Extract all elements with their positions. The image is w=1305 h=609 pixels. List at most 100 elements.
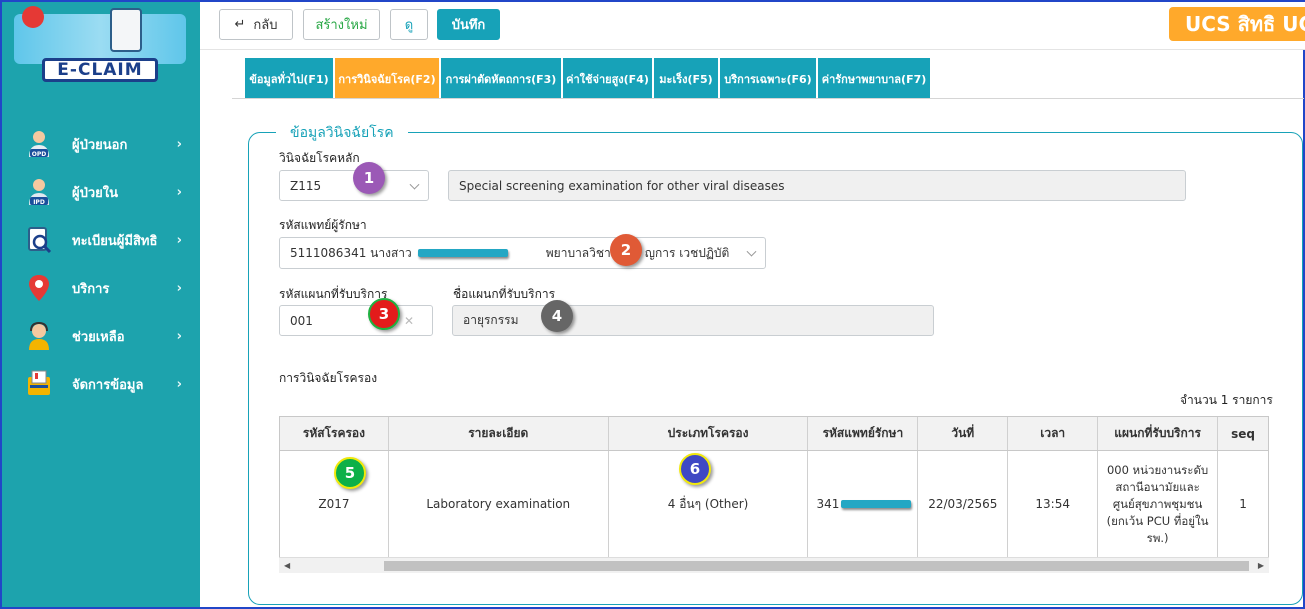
tab-special-service[interactable]: บริการเฉพาะ(F6) [720,58,816,99]
doctor-id-name: 5111086341 นางสาว [290,245,412,260]
document-icon [110,8,142,52]
ucs-rights-badge: UCS สิทธิ UC [1169,7,1305,41]
dept-code-label: รหัสแผนกที่รับบริการ [279,287,388,301]
location-pin-icon [26,273,52,303]
sidebar-item-label: ทะเบียนผู้มีสิทธิ [72,233,158,249]
cell-description: Laboratory examination [389,451,609,557]
redacted-name [417,249,508,257]
tab-divider [232,98,1304,99]
support-agent-icon [26,321,52,351]
data-management-icon [26,369,52,399]
callout-badge-5: 5 [334,457,366,489]
heart-icon [22,6,44,28]
doctor-select[interactable]: 5111086341 นางสาว พยาบาลวิชา ญการ เวชปฏิ… [279,237,766,269]
col-header[interactable]: วันที่ [918,417,1009,450]
chevron-right-icon: › [176,136,182,152]
sidebar-item-label: ผู้ป่วยใน [72,185,119,201]
redacted-doctor-id [841,500,912,508]
table-row[interactable]: Z017 Laboratory examination 4 อื่นๆ (Oth… [280,451,1268,557]
svg-text:OPD: OPD [32,151,46,158]
main-dx-description: Special screening examination for other … [448,170,1186,201]
col-header[interactable]: เวลา [1008,417,1099,450]
chevron-right-icon: › [176,280,182,296]
cell-date: 22/03/2565 [918,451,1009,557]
table-header: รหัสโรครอง รายละเอียด ประเภทโรครอง รหัสแ… [280,417,1268,451]
col-header[interactable]: แผนกที่รับบริการ [1098,417,1219,450]
tab-operation[interactable]: การผ่าตัดหัตถการ(F3) [441,58,561,99]
chevron-right-icon: › [176,232,182,248]
col-header[interactable]: seq [1218,417,1268,450]
col-header[interactable]: รหัสโรครอง [280,417,389,450]
view-button[interactable]: ดู [390,9,428,40]
col-header[interactable]: ประเภทโรครอง [609,417,809,450]
sidebar-item-help[interactable]: ช่วยเหลือ › [2,312,200,360]
cell-department: 000 หน่วยงานระดับสถานีอนามัยและศูนย์สุขภ… [1098,451,1219,557]
sidebar: E-CLAIM OPD ผู้ป่วยนอก › IPD ผู้ป่วยใน ›… [2,2,200,607]
chevron-right-icon: › [176,376,182,392]
doctor-label: รหัสแพทย์ผู้รักษา [279,218,367,232]
tab-diagnosis[interactable]: การวินิจฉัยโรค(F2) [335,58,439,99]
doctor-id-prefix: 341 [816,496,840,511]
sidebar-item-label: บริการ [72,281,110,297]
main-dx-desc-text: Special screening examination for other … [459,178,785,193]
sidebar-item-data-management[interactable]: จัดการข้อมูล › [2,360,200,408]
callout-badge-4: 4 [541,300,573,332]
sidebar-item-service[interactable]: บริการ › [2,264,200,312]
scrollbar-thumb[interactable] [384,561,1249,571]
scroll-left-icon[interactable]: ◀ [284,561,290,570]
chevron-right-icon: › [176,184,182,200]
dept-code-value: 001 [290,313,313,328]
main-dx-code: Z115 [290,178,322,193]
e-claim-logo: E-CLAIM [14,6,186,84]
back-button-label: กลับ [253,18,278,33]
dept-code-select[interactable]: 001 ✕ [279,305,433,336]
horizontal-scrollbar[interactable]: ◀ ▶ [279,557,1269,573]
secondary-dx-table: รหัสโรครอง รายละเอียด ประเภทโรครอง รหัสแ… [279,416,1269,573]
ipd-patient-icon: IPD [26,177,52,207]
doctor-position-tail: ญการ เวชปฏิบัติ [644,245,730,260]
callout-badge-6: 6 [679,453,711,485]
section-title: ข้อมูลวินิจฉัยโรค [276,122,408,144]
tab-medical-fee[interactable]: ค่ารักษาพยาบาล(F7) [818,58,930,99]
chevron-right-icon: › [176,328,182,344]
chevron-down-icon [409,179,420,190]
clear-icon[interactable]: ✕ [404,314,414,328]
sidebar-item-registry[interactable]: ทะเบียนผู้มีสิทธิ › [2,216,200,264]
dept-name-field: อายุรกรรม [452,305,934,336]
sidebar-item-label: จัดการข้อมูล [72,377,144,393]
main-dx-label: วินิจฉัยโรคหลัก [279,151,360,165]
callout-badge-1: 1 [353,162,385,194]
sidebar-item-opd[interactable]: OPD ผู้ป่วยนอก › [2,120,200,168]
cell-time: 13:54 [1008,451,1099,557]
sidebar-item-ipd[interactable]: IPD ผู้ป่วยใน › [2,168,200,216]
scroll-right-icon[interactable]: ▶ [1258,561,1264,570]
sidebar-item-label: ช่วยเหลือ [72,329,125,345]
chevron-down-icon [746,246,757,257]
doctor-position: พยาบาลวิชา [545,245,611,260]
record-count: จำนวน 1 รายการ [1180,393,1273,407]
toolbar: ↵ กลับ สร้างใหม่ ดู บันทึก UCS สิทธิ UC [200,2,1305,50]
sidebar-nav: OPD ผู้ป่วยนอก › IPD ผู้ป่วยใน › ทะเบียน… [2,120,200,408]
secondary-dx-label: การวินิจฉัยโรครอง [279,371,378,385]
cell-doctor-id: 341 [808,451,919,557]
new-button[interactable]: สร้างใหม่ [303,9,380,40]
save-button[interactable]: บันทึก [437,9,500,40]
col-header[interactable]: รายละเอียด [389,417,609,450]
col-header[interactable]: รหัสแพทย์รักษา [808,417,919,450]
tab-bar: ข้อมูลทั่วไป(F1) การวินิจฉัยโรค(F2) การผ… [245,58,932,99]
tab-high-cost[interactable]: ค่าใช้จ่ายสูง(F4) [563,58,652,99]
cell-seq: 1 [1239,496,1247,511]
svg-text:IPD: IPD [33,199,45,206]
sidebar-item-label: ผู้ป่วยนอก [72,137,128,153]
tab-cancer[interactable]: มะเร็ง(F5) [654,58,718,99]
registry-search-icon [26,225,52,255]
back-arrow-icon: ↵ [234,17,246,32]
opd-doctor-icon: OPD [26,129,52,159]
callout-badge-3: 3 [368,298,400,330]
logo-text: E-CLAIM [42,58,158,82]
callout-badge-2: 2 [610,234,642,266]
back-button[interactable]: ↵ กลับ [219,9,293,40]
dept-name-value: อายุรกรรม [463,313,519,327]
dept-name-label: ชื่อแผนกที่รับบริการ [453,287,556,301]
tab-general-info[interactable]: ข้อมูลทั่วไป(F1) [245,58,333,99]
